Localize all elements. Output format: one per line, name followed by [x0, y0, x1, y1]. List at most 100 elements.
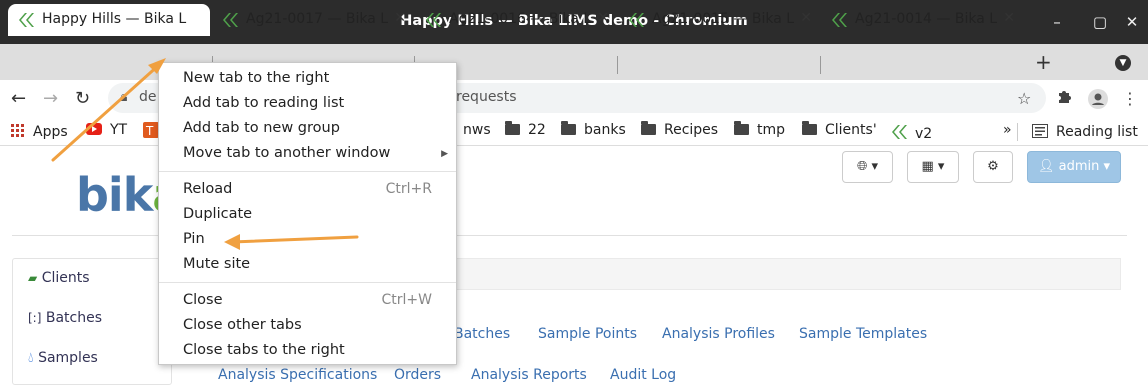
- tab-label: Ag21-0015 — Bika L: [652, 11, 795, 27]
- menu-item-duplicate[interactable]: Duplicate: [183, 206, 252, 222]
- youtube-icon: [86, 123, 102, 135]
- menu-item-add-reading-list[interactable]: Add tab to reading list: [183, 95, 344, 111]
- sidebar-item-label: Clients: [41, 270, 90, 286]
- admin-user-button[interactable]: 👤︎ admin ▾: [1027, 151, 1121, 183]
- extensions-icon[interactable]: [1056, 89, 1072, 109]
- tab-ag21-0014[interactable]: Ag21-0014 — Bika L ✕: [821, 4, 1023, 36]
- bookmark-label: banks: [584, 122, 626, 138]
- orange-bookmark-icon[interactable]: T: [143, 122, 159, 142]
- menu-item-add-new-group[interactable]: Add tab to new group: [183, 120, 340, 136]
- bookmark-banks[interactable]: banks: [561, 121, 626, 138]
- menu-item-close[interactable]: Close: [183, 292, 223, 308]
- folder-icon: [505, 121, 520, 135]
- url-text-start: de: [139, 89, 157, 105]
- bookmark-label: Clients': [825, 122, 877, 138]
- link-analysis-profiles[interactable]: Analysis Profiles: [662, 326, 775, 342]
- apps-bookmark[interactable]: Apps: [11, 122, 68, 140]
- link-sample-points[interactable]: Sample Points: [538, 326, 637, 342]
- sidebar-item-clients[interactable]: ▰ Clients: [28, 270, 90, 286]
- yt-label: YT: [110, 122, 128, 138]
- sidebar-item-label: Samples: [38, 350, 98, 366]
- close-window-button[interactable]: ✕: [1122, 12, 1142, 32]
- menu-item-close-right[interactable]: Close tabs to the right: [183, 342, 345, 358]
- bookmark-tmp[interactable]: tmp: [734, 121, 786, 138]
- tab-happy-hills[interactable]: Happy Hills — Bika L: [8, 4, 210, 36]
- bookmark-22[interactable]: 22: [505, 121, 546, 138]
- close-shortcut: Ctrl+W: [381, 292, 432, 308]
- bika-favicon-icon: [18, 12, 36, 32]
- language-button[interactable]: 🌐︎ ▾: [842, 151, 893, 183]
- tab-ag21-0016[interactable]: Ag21-0016 — Bika L ✕: [415, 4, 617, 36]
- link-orders[interactable]: Orders: [394, 367, 441, 383]
- bika-favicon-icon: [222, 12, 240, 32]
- url-text-end: requests: [456, 89, 517, 105]
- bookmark-v2[interactable]: v2: [891, 122, 932, 142]
- folder-icon: [802, 121, 817, 135]
- lock-icon: 🔒︎: [120, 89, 128, 105]
- clients-icon: ▰: [28, 271, 38, 285]
- link-analysis-specifications[interactable]: Analysis Specifications: [218, 367, 377, 383]
- close-tab-icon[interactable]: ✕: [800, 10, 812, 26]
- sidebar-item-label: Batches: [45, 310, 103, 326]
- bookmark-clients[interactable]: Clients': [802, 121, 877, 138]
- bookmark-label: 22: [528, 122, 546, 138]
- forward-icon[interactable]: →: [43, 88, 58, 109]
- menu-item-pin[interactable]: Pin: [183, 231, 205, 247]
- close-tab-icon[interactable]: ✕: [597, 10, 609, 26]
- yt-bookmark[interactable]: YT: [86, 122, 127, 138]
- bookmark-star-icon[interactable]: ☆: [1017, 89, 1031, 108]
- reading-list-button[interactable]: Reading list: [1032, 122, 1138, 140]
- tab-ag21-0015[interactable]: Ag21-0015 — Bika L ✕: [618, 4, 820, 36]
- admin-label: admin: [1058, 159, 1100, 174]
- link-sample-templates[interactable]: Sample Templates: [799, 326, 927, 342]
- bookmark-label: Recipes: [664, 122, 719, 138]
- bika-favicon-icon: [628, 12, 646, 32]
- apps-label: Apps: [33, 124, 68, 140]
- menu-separator: [159, 171, 456, 172]
- link-analysis-reports[interactable]: Analysis Reports: [471, 367, 587, 383]
- link-audit-log[interactable]: Audit Log: [610, 367, 676, 383]
- tab-search-icon[interactable]: ▼: [1115, 55, 1131, 71]
- user-icon: 👤︎: [1037, 159, 1055, 174]
- menu-separator: [159, 282, 456, 283]
- bookmark-label: v2: [915, 126, 933, 142]
- svg-text:T: T: [145, 124, 154, 138]
- close-tab-icon[interactable]: ✕: [1003, 10, 1015, 26]
- bika-favicon-icon: [892, 125, 907, 139]
- bika-favicon-icon: [425, 12, 443, 32]
- back-icon[interactable]: ←: [11, 88, 26, 109]
- reading-list-label: Reading list: [1056, 124, 1138, 140]
- samples-drop-icon: 💧︎: [28, 350, 34, 366]
- logo-text: bik: [76, 168, 153, 222]
- profile-avatar-icon[interactable]: [1088, 89, 1108, 113]
- menu-item-close-other[interactable]: Close other tabs: [183, 317, 302, 333]
- settings-gear-icon[interactable]: ⚙: [973, 151, 1013, 183]
- minimize-button[interactable]: –: [1047, 12, 1067, 32]
- menu-item-mute-site[interactable]: Mute site: [183, 256, 250, 272]
- new-tab-icon[interactable]: +: [1035, 50, 1052, 74]
- bookmark-nws[interactable]: nws: [463, 122, 491, 138]
- tab-ag21-0017[interactable]: Ag21-0017 — Bika L ✕: [212, 4, 414, 36]
- maximize-button[interactable]: ▢: [1090, 12, 1110, 32]
- reload-icon[interactable]: ↻: [75, 88, 90, 109]
- bookmark-recipes[interactable]: Recipes: [641, 121, 719, 138]
- sidebar-item-batches[interactable]: [:] Batches: [28, 310, 102, 326]
- sidebar-item-samples[interactable]: 💧︎ Samples: [28, 350, 98, 366]
- folder-icon: [641, 121, 656, 135]
- bookmark-separator: [1017, 123, 1018, 141]
- close-tab-icon[interactable]: ✕: [394, 10, 406, 26]
- bika-favicon-icon: [831, 12, 849, 32]
- apps-grid-button[interactable]: ▦ ▾: [907, 151, 959, 183]
- more-bookmarks-chevron[interactable]: »: [1003, 122, 1012, 138]
- apps-grid-icon: [11, 124, 24, 137]
- link-batches[interactable]: Batches: [454, 326, 510, 342]
- menu-item-reload[interactable]: Reload: [183, 181, 232, 197]
- reload-shortcut: Ctrl+R: [385, 181, 432, 197]
- browser-menu-icon[interactable]: ⋮: [1122, 89, 1138, 108]
- menu-item-move-window[interactable]: Move tab to another window: [183, 145, 390, 161]
- tab-label: Happy Hills — Bika L: [42, 11, 187, 27]
- menu-item-new-tab-right[interactable]: New tab to the right: [183, 70, 329, 86]
- tab-context-menu: New tab to the right Add tab to reading …: [158, 62, 457, 365]
- folder-icon: [734, 121, 749, 135]
- bookmark-label: tmp: [757, 122, 786, 138]
